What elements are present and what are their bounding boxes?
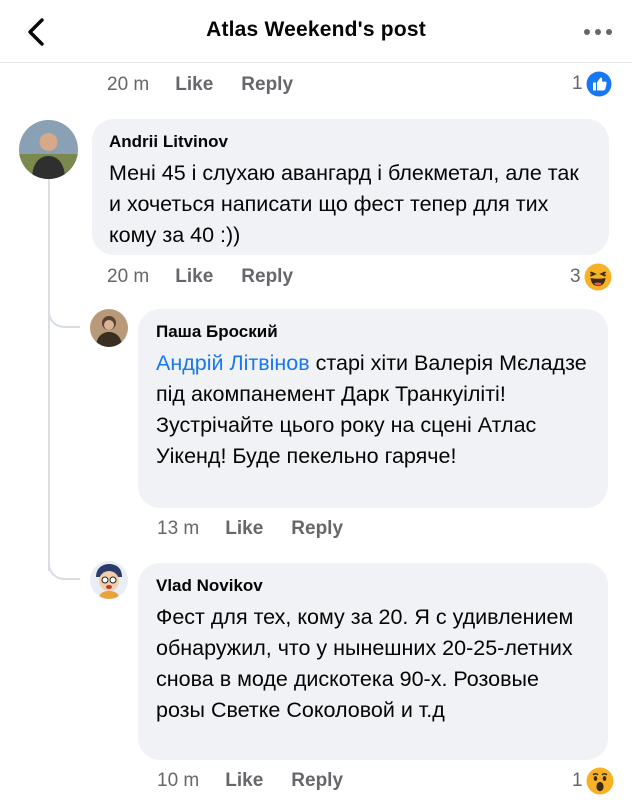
- thread-connector: [48, 548, 80, 580]
- avatar-photo: [90, 561, 128, 599]
- comment-actions: 20 m Like Reply: [107, 74, 293, 96]
- reaction-count: 3: [570, 266, 581, 287]
- comment-actions: 10 m Like Reply: [157, 770, 343, 792]
- comment-time: 13 m: [157, 518, 200, 539]
- reaction-summary[interactable]: 3: [570, 263, 612, 291]
- like-button[interactable]: Like: [175, 266, 213, 288]
- comment-text: Фест для тех, кому за 20. Я с удивлением…: [156, 605, 574, 722]
- avatar-photo: [19, 120, 78, 179]
- comment-actions: 13 m Like Reply: [157, 518, 343, 540]
- more-horizontal-icon: [584, 29, 612, 35]
- reaction-count: 1: [572, 73, 583, 94]
- avatar[interactable]: [19, 120, 78, 179]
- comment-actions: 20 m Like Reply: [107, 266, 293, 288]
- page-title: Atlas Weekend's post: [206, 18, 426, 41]
- like-button[interactable]: Like: [225, 518, 263, 540]
- like-button[interactable]: Like: [225, 770, 263, 792]
- comment-author[interactable]: Andrii Litvinov: [109, 132, 591, 152]
- avatar-photo: [90, 309, 128, 347]
- comment-bubble: Andrii Litvinov Мені 45 і слухаю авангар…: [92, 119, 609, 255]
- avatar[interactable]: [90, 561, 128, 599]
- like-icon: [586, 71, 612, 97]
- like-button[interactable]: Like: [175, 74, 213, 96]
- comment-time: 10 m: [157, 770, 200, 791]
- reply-button[interactable]: Reply: [291, 518, 343, 540]
- comment-bubble: Паша Броский Андрій Літвінов старі хіти …: [138, 309, 608, 508]
- comment-bubble: Vlad Novikov Фест для тех, кому за 20. Я…: [138, 563, 608, 760]
- comment-text: Андрій Літвінов старі хіти Валерія Мєлад…: [156, 348, 592, 472]
- top-header: Atlas Weekend's post: [0, 0, 632, 63]
- haha-icon: [584, 263, 612, 291]
- avatar[interactable]: [90, 309, 128, 347]
- comment-author[interactable]: Паша Броский: [156, 322, 592, 342]
- reply-button[interactable]: Reply: [241, 266, 293, 288]
- thread-line: [48, 176, 50, 571]
- reaction-summary[interactable]: 1: [572, 71, 612, 97]
- reaction-count: 1: [572, 770, 583, 791]
- mention-link[interactable]: Андрій Літвінов: [156, 351, 310, 375]
- comment-time: 20 m: [107, 266, 150, 287]
- wow-icon: [586, 767, 614, 795]
- comment-text: Мені 45 і слухаю авангард і блекметал, а…: [109, 161, 579, 247]
- reaction-summary[interactable]: 1: [572, 767, 614, 795]
- comment-time: 20 m: [107, 74, 150, 95]
- more-options-button[interactable]: [578, 14, 618, 50]
- comment-author[interactable]: Vlad Novikov: [156, 576, 592, 596]
- reply-button[interactable]: Reply: [291, 770, 343, 792]
- thread-connector: [48, 296, 80, 328]
- reply-button[interactable]: Reply: [241, 74, 293, 96]
